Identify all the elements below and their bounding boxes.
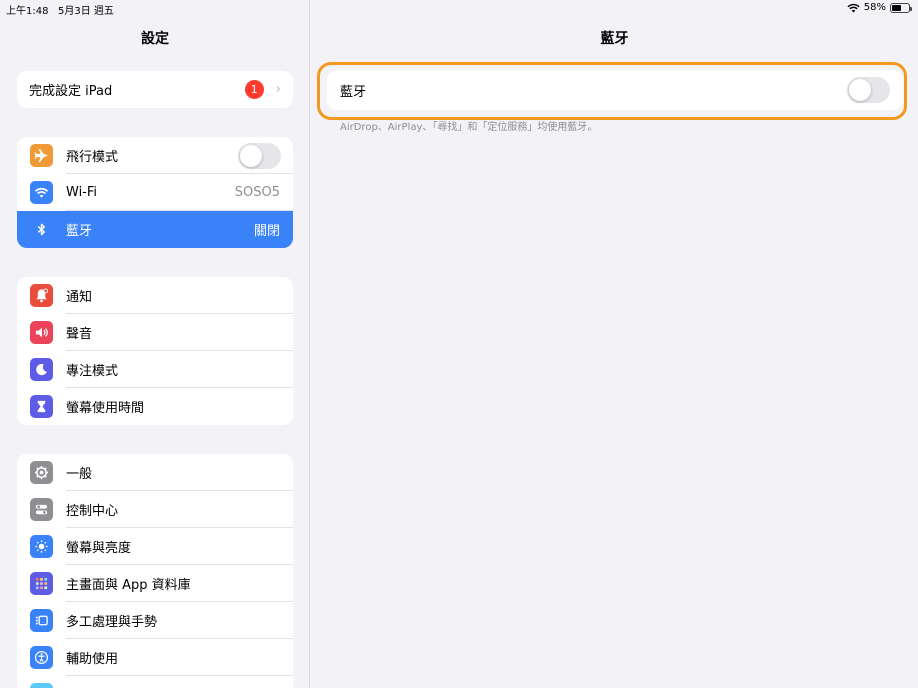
sidebar-item-label: 多工處理與手勢 <box>66 615 158 630</box>
sidebar-item-partial[interactable] <box>17 676 293 688</box>
sidebar-item-label: 通知 <box>66 290 93 305</box>
sidebar-item-control-center[interactable]: 控制中心 <box>17 491 293 528</box>
bluetooth-icon <box>30 218 53 241</box>
sidebar-item-label: Wi-Fi <box>66 185 98 200</box>
gear-icon <box>30 461 53 484</box>
battery-percent: 58% <box>863 2 886 13</box>
wallpaper-icon <box>30 683 53 688</box>
bluetooth-footnote: AirDrop、AirPlay、「尋找」和「定位服務」均使用藍牙。 <box>340 122 598 133</box>
sidebar-item-notifications[interactable]: 通知 <box>17 277 293 314</box>
bluetooth-status-value: 關閉 <box>253 224 280 239</box>
status-right: 58% <box>847 2 912 13</box>
wifi-network-name: SOSO5 <box>234 185 280 200</box>
settings-sidebar: 設定 完成設定 iPad 1 › 飛行模式 Wi-Fi SOSO5 藍牙 關閉 … <box>0 0 310 688</box>
chevron-right-icon: › <box>275 82 281 97</box>
finish-setup-row[interactable]: 完成設定 iPad 1 › <box>17 71 293 108</box>
accessibility-icon <box>30 646 53 669</box>
wifi-icon <box>30 181 53 204</box>
wifi-status-icon <box>847 3 860 12</box>
sun-icon <box>30 535 53 558</box>
sidebar-title: 設定 <box>141 31 169 47</box>
sidebar-item-multitasking[interactable]: 多工處理與手勢 <box>17 602 293 639</box>
airplane-icon <box>30 144 53 167</box>
sidebar-item-bluetooth[interactable]: 藍牙 關閉 <box>17 211 293 248</box>
sidebar-item-label: 聲音 <box>66 327 93 342</box>
status-date: 5月3日 週五 <box>58 6 114 17</box>
page-title: 藍牙 <box>600 31 629 47</box>
sidebar-item-label: 藍牙 <box>66 224 93 239</box>
setup-group: 完成設定 iPad 1 › <box>17 71 293 108</box>
status-left: 上午1:48 5月3日 週五 <box>6 2 114 17</box>
connectivity-group: 飛行模式 Wi-Fi SOSO5 藍牙 關閉 <box>17 137 293 248</box>
sidebar-item-wifi[interactable]: Wi-Fi SOSO5 <box>17 174 293 211</box>
status-bar: 上午1:48 5月3日 週五 58% <box>0 0 918 17</box>
sidebar-item-label: 飛行模式 <box>66 150 119 165</box>
notifications-group: 通知 聲音 專注模式 螢幕使用時間 <box>17 277 293 425</box>
general-group: 一般 控制中心 螢幕與亮度 主畫面與 App 資料庫 多工處理與手勢 輔助使用 <box>17 454 293 688</box>
status-time: 上午1:48 <box>6 6 49 17</box>
finish-setup-label: 完成設定 iPad <box>29 84 113 99</box>
airplane-mode-toggle[interactable] <box>238 142 281 169</box>
sidebar-item-label: 一般 <box>66 467 93 482</box>
app-grid-icon <box>30 572 53 595</box>
hourglass-icon <box>30 395 53 418</box>
sidebar-item-label: 輔助使用 <box>66 652 119 667</box>
sidebar-item-display-brightness[interactable]: 螢幕與亮度 <box>17 528 293 565</box>
sidebar-item-label: 螢幕使用時間 <box>66 401 145 416</box>
moon-icon <box>30 358 53 381</box>
highlight-annotation <box>317 62 907 120</box>
sidebar-item-accessibility[interactable]: 輔助使用 <box>17 639 293 676</box>
battery-icon <box>890 2 912 13</box>
sidebar-item-screen-time[interactable]: 螢幕使用時間 <box>17 388 293 425</box>
sidebar-item-home-screen[interactable]: 主畫面與 App 資料庫 <box>17 565 293 602</box>
sidebar-item-focus[interactable]: 專注模式 <box>17 351 293 388</box>
notification-icon <box>30 284 53 307</box>
sidebar-item-label: 螢幕與亮度 <box>66 541 132 556</box>
sidebar-item-label: 主畫面與 App 資料庫 <box>66 578 191 593</box>
sidebar-item-label: 專注模式 <box>66 364 119 379</box>
speaker-icon <box>30 321 53 344</box>
sidebar-item-general[interactable]: 一般 <box>17 454 293 491</box>
sidebar-item-sounds[interactable]: 聲音 <box>17 314 293 351</box>
sidebar-item-airplane-mode[interactable]: 飛行模式 <box>17 137 293 174</box>
switches-icon <box>30 498 53 521</box>
battery-fill <box>892 4 902 11</box>
notification-badge: 1 <box>244 80 264 99</box>
sidebar-item-label: 控制中心 <box>66 504 119 519</box>
multitask-icon <box>30 609 53 632</box>
